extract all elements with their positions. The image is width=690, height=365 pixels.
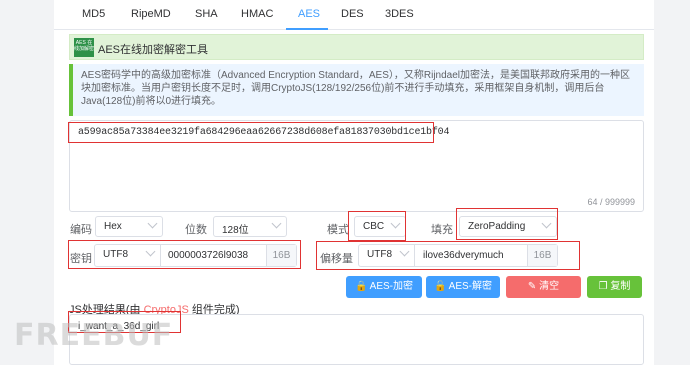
chevron-down-icon <box>399 246 410 257</box>
iv-length-suffix: 16B <box>527 245 557 266</box>
encoding-label: 编码 <box>70 224 92 236</box>
algorithm-tabs: MD5 RipeMD SHA HMAC AES DES 3DES <box>54 0 654 30</box>
aes-decrypt-button[interactable]: 🔓 AES-解密 <box>426 276 500 298</box>
tab-des[interactable]: DES <box>341 8 364 20</box>
tab-3des[interactable]: 3DES <box>385 8 414 20</box>
copy-icon: ❐ <box>598 281 608 292</box>
input-textarea[interactable]: a599ac85a73384ee3219fa684296eaa62667238d… <box>69 120 644 212</box>
aes-tool-panel: MD5 RipeMD SHA HMAC AES DES 3DES AES 在线加… <box>54 0 654 365</box>
key-length-suffix: 16B <box>266 245 296 266</box>
tab-ripemd[interactable]: RipeMD <box>131 8 171 20</box>
tab-md5[interactable]: MD5 <box>82 8 105 20</box>
chevron-down-icon <box>271 218 282 229</box>
mode-select[interactable]: CBC <box>354 216 406 237</box>
tab-sha[interactable]: SHA <box>195 8 218 20</box>
iv-encoding-select[interactable]: UTF8 <box>359 245 415 266</box>
freebuf-watermark: FREEBUF <box>14 318 174 353</box>
char-counter: 64 / 999999 <box>587 197 635 207</box>
padding-label: 填充 <box>431 224 453 236</box>
bits-label: 位数 <box>185 224 207 236</box>
tab-hmac[interactable]: HMAC <box>241 8 273 20</box>
eraser-icon: ✎ <box>527 281 537 292</box>
clear-button[interactable]: ✎ 清空 <box>506 276 581 298</box>
tool-title-bar: AES 在线加解密 AES在线加密解密工具 <box>69 34 644 60</box>
iv-label: 偏移量 <box>320 253 353 265</box>
chevron-down-icon <box>145 246 156 257</box>
key-field[interactable]: UTF8 0000003726l9038 16B <box>94 244 297 267</box>
iv-input[interactable]: ilove36dverymuch <box>423 250 504 261</box>
chevron-down-icon <box>147 218 158 229</box>
description-alert: AES密码学中的高级加密标准（Advanced Encryption Stand… <box>69 64 644 116</box>
key-input[interactable]: 0000003726l9038 <box>168 250 248 261</box>
aes-encrypt-button[interactable]: 🔒 AES-加密 <box>346 276 422 298</box>
active-tab-indicator <box>286 28 328 30</box>
copy-button[interactable]: ❐ 复制 <box>587 276 642 298</box>
mode-label: 模式 <box>327 224 349 236</box>
page-title: AES在线加密解密工具 <box>98 44 209 56</box>
tab-aes[interactable]: AES <box>298 8 320 20</box>
lock-icon: 🔒 <box>354 281 368 292</box>
input-text: a599ac85a73384ee3219fa684296eaa62667238d… <box>78 127 450 138</box>
aes-logo-icon: AES 在线加解密 <box>74 38 94 57</box>
padding-select[interactable]: ZeroPadding <box>459 216 557 237</box>
key-encoding-select[interactable]: UTF8 <box>95 245 161 266</box>
unlock-icon: 🔓 <box>433 281 447 292</box>
iv-field[interactable]: UTF8 ilove36dverymuch 16B <box>358 244 558 267</box>
key-label: 密钥 <box>70 253 92 265</box>
encoding-select[interactable]: Hex <box>95 216 163 237</box>
bits-select[interactable]: 128位 <box>213 216 287 237</box>
chevron-down-icon <box>541 218 552 229</box>
chevron-down-icon <box>390 218 401 229</box>
